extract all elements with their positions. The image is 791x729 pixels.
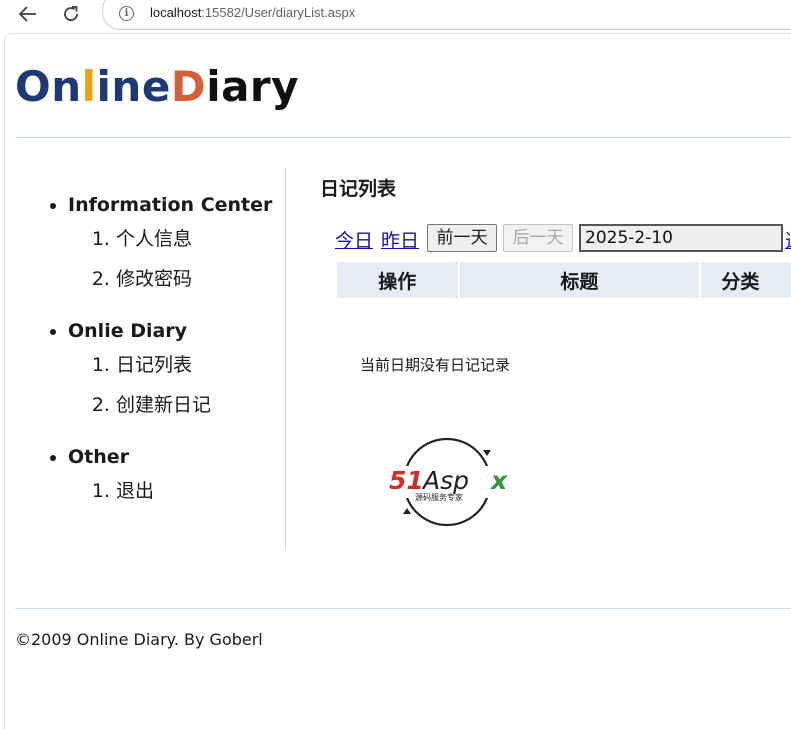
yesterday-link[interactable]: 昨日 <box>381 226 419 253</box>
sidebar-section-title: Information Center <box>68 194 273 216</box>
logo-part-1: On <box>15 62 82 111</box>
logo-part-5: iary <box>206 62 300 111</box>
svg-text:51: 51 <box>389 466 424 495</box>
previous-day-button[interactable]: 前一天 <box>427 224 497 252</box>
info-icon[interactable]: i <box>119 6 134 21</box>
reload-icon[interactable] <box>57 2 85 26</box>
empty-message: 当前日期没有日记记录 <box>360 356 511 374</box>
site-logo[interactable]: OnlineDiary <box>15 62 299 111</box>
svg-text:x: x <box>489 466 508 495</box>
sidebar-section-other: Other 退出 <box>68 443 285 519</box>
select-date-link[interactable]: 选 <box>785 226 791 253</box>
footer-divider <box>15 608 791 609</box>
sidebar-section-title: Onlie Diary <box>68 320 188 342</box>
column-header-title: 标题 <box>459 262 700 298</box>
address-bar[interactable]: i localhost:15582/User/diaryList.aspx <box>102 0 791 30</box>
url-path: :15582/User/diaryList.aspx <box>201 5 356 20</box>
header-divider <box>15 137 791 138</box>
logo-part-3: ine <box>96 62 171 111</box>
column-header-actions: 操作 <box>337 262 458 298</box>
sidebar-sub-list: 个人信息 修改密码 <box>68 227 285 307</box>
sidebar-item-personal-info[interactable]: 个人信息 <box>116 227 285 267</box>
logo-part-2: l <box>81 62 97 111</box>
diary-table: 操作 标题 分类 <box>335 260 791 300</box>
sidebar-item-logout[interactable]: 退出 <box>116 479 285 519</box>
sidebar-section-information-center: Information Center 个人信息 修改密码 <box>68 191 285 307</box>
sidebar-sub-list: 日记列表 创建新日记 <box>68 353 285 433</box>
sidebar-sub-list: 退出 <box>68 479 285 519</box>
url-host: localhost <box>150 5 202 20</box>
browser-toolbar: i localhost:15582/User/diaryList.aspx <box>0 0 791 32</box>
sidebar-section-title: Other <box>68 446 130 468</box>
sidebar-section-online-diary: Onlie Diary 日记列表 创建新日记 <box>68 317 285 433</box>
date-navigation: 今日 昨日 前一天 后一天 2025-2-10 选 <box>335 224 791 254</box>
url-text[interactable]: localhost:15582/User/diaryList.aspx <box>150 5 355 20</box>
sidebar-item-new-diary[interactable]: 创建新日记 <box>116 393 285 433</box>
svg-text:源码服务专家: 源码服务专家 <box>415 492 463 502</box>
column-header-category: 分类 <box>701 262 791 298</box>
sidebar-item-diary-list[interactable]: 日记列表 <box>116 353 285 393</box>
logo-part-4: D <box>170 62 207 111</box>
arrow-left-icon[interactable] <box>14 2 42 26</box>
watermark-logo: 51 Asp x 源码服务专家 <box>387 436 515 528</box>
page: OnlineDiary Information Center 个人信息 修改密码… <box>4 33 791 729</box>
sidebar: Information Center 个人信息 修改密码 Onlie Diary… <box>15 167 286 550</box>
main-content: 日记列表 今日 昨日 前一天 后一天 2025-2-10 选 操作 标题 分类 … <box>320 174 791 554</box>
footer-copyright: ©2009 Online Diary. By Goberl <box>15 630 263 649</box>
sidebar-section-list: Information Center 个人信息 修改密码 Onlie Diary… <box>15 167 285 519</box>
sidebar-item-change-password[interactable]: 修改密码 <box>116 267 285 307</box>
date-input[interactable]: 2025-2-10 <box>579 224 783 252</box>
next-day-button[interactable]: 后一天 <box>503 224 573 252</box>
today-link[interactable]: 今日 <box>335 226 373 253</box>
page-title: 日记列表 <box>320 178 397 200</box>
table-header-row: 操作 标题 分类 <box>337 262 791 298</box>
svg-text:Asp: Asp <box>421 466 469 495</box>
